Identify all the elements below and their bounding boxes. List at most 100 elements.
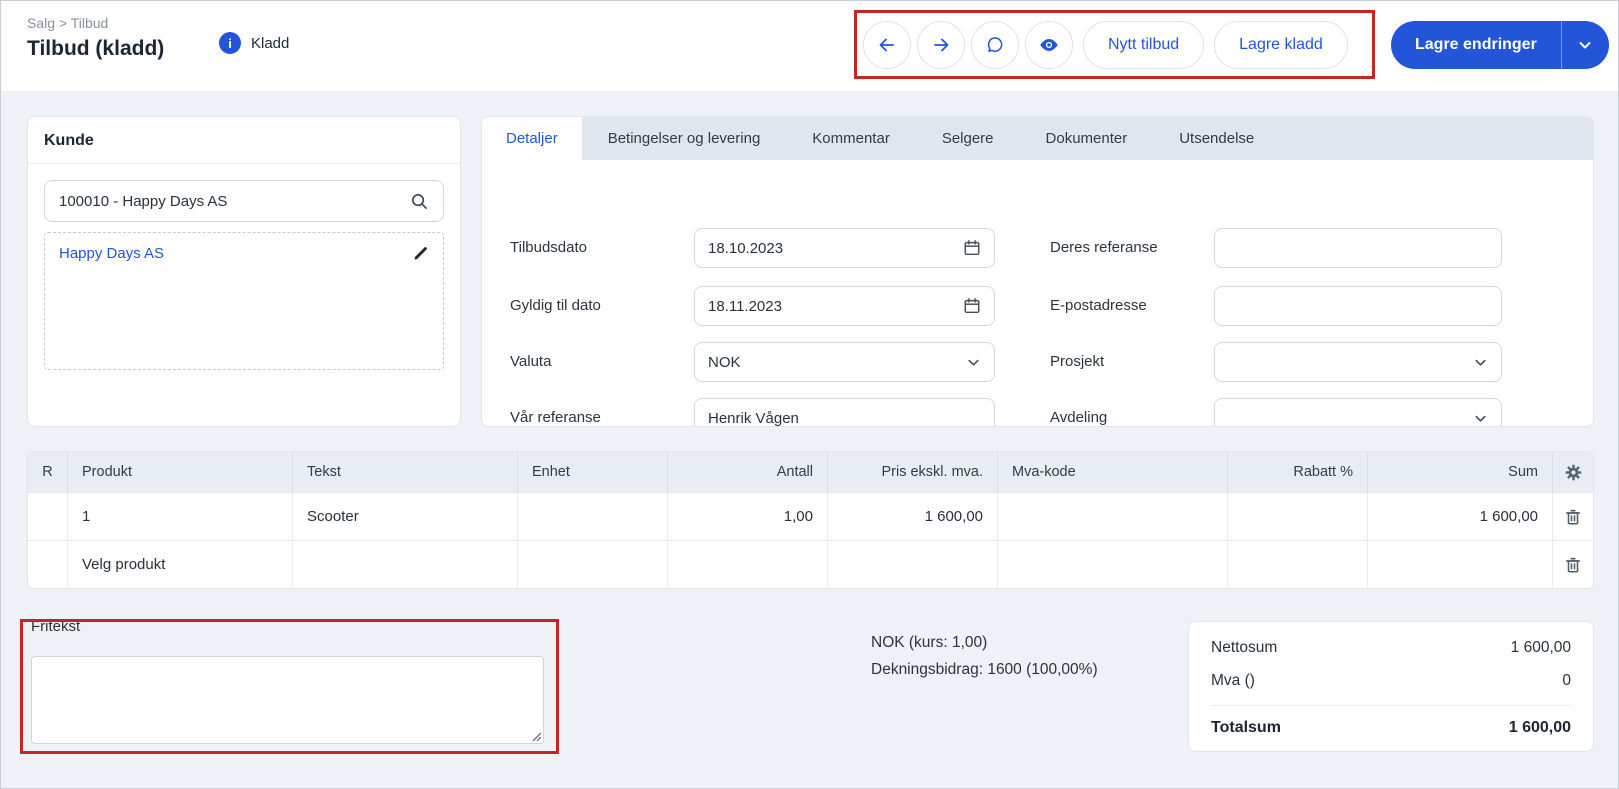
search-icon[interactable] [410, 192, 429, 211]
draft-status-chip: i Kladd [219, 32, 289, 54]
cell-rabatt[interactable] [1228, 541, 1368, 588]
tab-betingelser-og-levering[interactable]: Betingelser og levering [582, 117, 787, 160]
breadcrumb[interactable]: Salg > Tilbud [27, 15, 108, 31]
col-header-tekst: Tekst [293, 452, 518, 492]
chevron-down-icon [966, 355, 981, 370]
col-header-produkt: Produkt [68, 452, 293, 492]
customer-summary-box: Happy Days AS [44, 232, 444, 370]
offer-draft-page: Salg > Tilbud Tilbud (kladd) i Kladd [0, 0, 1619, 789]
back-button[interactable] [863, 21, 911, 69]
total-sum-value: 1 600,00 [1509, 719, 1571, 737]
free-text-input[interactable] [31, 656, 544, 744]
net-sum-row: Nettosum 1 600,00 [1211, 639, 1571, 657]
comment-button[interactable] [971, 21, 1019, 69]
net-sum-label: Nettosum [1211, 639, 1277, 657]
tab-utsendelse[interactable]: Utsendelse [1153, 117, 1280, 160]
customer-search-input[interactable]: 100010 - Happy Days AS [44, 180, 444, 222]
total-sum-row: Totalsum 1 600,00 [1211, 719, 1571, 737]
chevron-down-icon [1473, 355, 1488, 370]
totals-panel: Nettosum 1 600,00 Mva () 0 Totalsum 1 60… [1188, 621, 1594, 752]
their-reference-label: Deres referanse [1050, 228, 1158, 268]
cell-rabatt[interactable] [1228, 493, 1368, 540]
valid-until-input[interactable]: 18.11.2023 [694, 286, 995, 326]
calendar-icon[interactable] [963, 239, 981, 257]
tab-selgere[interactable]: Selgere [916, 117, 1020, 160]
details-form: Tilbudsdato 18.10.2023 Gyldig til dato 1… [482, 160, 1593, 427]
header-toolbar: Nytt tilbud Lagre kladd [863, 21, 1348, 69]
cell-tekst[interactable] [293, 541, 518, 588]
vat-label: Mva () [1211, 672, 1255, 690]
email-input[interactable] [1214, 286, 1502, 326]
cell-tekst[interactable]: Scooter [293, 493, 518, 540]
their-reference-input[interactable] [1214, 228, 1502, 268]
free-text-label: Fritekst [31, 618, 80, 635]
our-reference-value: Henrik Vågen [708, 410, 799, 427]
cell-enhet[interactable] [518, 493, 668, 540]
offer-date-input[interactable]: 18.10.2023 [694, 228, 995, 268]
our-reference-input[interactable]: Henrik Vågen [694, 398, 995, 427]
table-row: 1 Scooter 1,00 1 600,00 1 600,00 [28, 492, 1593, 540]
project-select[interactable] [1214, 342, 1502, 382]
cell-produkt[interactable]: 1 [68, 493, 293, 540]
customer-link[interactable]: Happy Days AS [59, 245, 164, 262]
cell-r[interactable] [28, 493, 68, 540]
save-draft-button[interactable]: Lagre kladd [1214, 21, 1348, 69]
page-header: Salg > Tilbud Tilbud (kladd) i Kladd [1, 1, 1618, 91]
total-sum-label: Totalsum [1211, 719, 1281, 737]
col-header-sum: Sum [1368, 452, 1553, 492]
department-select[interactable] [1214, 398, 1502, 427]
totals-divider [1211, 705, 1571, 706]
detail-tabs: Detaljer Betingelser og levering Komment… [482, 117, 1593, 160]
cell-pris[interactable]: 1 600,00 [828, 493, 998, 540]
cell-produkt-picker[interactable]: Velg produkt [68, 541, 293, 588]
cell-sum[interactable]: 1 600,00 [1368, 493, 1553, 540]
currency-info: NOK (kurs: 1,00) Dekningsbidrag: 1600 (1… [871, 629, 1098, 683]
table-settings-button[interactable] [1564, 463, 1583, 482]
tab-detaljer[interactable]: Detaljer [482, 117, 582, 160]
page-title: Tilbud (kladd) [27, 37, 164, 61]
arrow-right-icon [931, 35, 951, 55]
cell-r[interactable] [28, 541, 68, 588]
cell-antall[interactable] [668, 541, 828, 588]
calendar-icon[interactable] [963, 297, 981, 315]
cell-sum[interactable] [1368, 541, 1553, 588]
save-changes-split-button: Lagre endringer [1391, 21, 1609, 69]
currency-rate-text: NOK (kurs: 1,00) [871, 629, 1098, 656]
cell-enhet[interactable] [518, 541, 668, 588]
save-changes-menu-button[interactable] [1561, 21, 1609, 69]
offer-details-panel: Detaljer Betingelser og levering Komment… [481, 116, 1594, 427]
margin-text: Dekningsbidrag: 1600 (100,00%) [871, 656, 1098, 683]
edit-customer-button[interactable] [412, 245, 429, 262]
table-row: Velg produkt [28, 540, 1593, 588]
col-header-pris: Pris ekskl. mva. [828, 452, 998, 492]
chevron-down-icon [1473, 411, 1488, 426]
forward-button[interactable] [917, 21, 965, 69]
delete-row-button[interactable] [1564, 556, 1582, 574]
valid-until-label: Gyldig til dato [510, 286, 601, 326]
tab-kommentar[interactable]: Kommentar [786, 117, 916, 160]
col-header-antall: Antall [668, 452, 828, 492]
cell-pris[interactable] [828, 541, 998, 588]
save-changes-button[interactable]: Lagre endringer [1391, 21, 1561, 69]
currency-label: Valuta [510, 342, 551, 382]
tab-dokumenter[interactable]: Dokumenter [1020, 117, 1154, 160]
trash-icon [1564, 508, 1582, 526]
preview-button[interactable] [1025, 21, 1073, 69]
cell-mva-kode[interactable] [998, 493, 1228, 540]
cell-antall[interactable]: 1,00 [668, 493, 828, 540]
department-label: Avdeling [1050, 398, 1107, 427]
customer-panel-title: Kunde [28, 117, 460, 164]
currency-select[interactable]: NOK [694, 342, 995, 382]
delete-row-button[interactable] [1564, 508, 1582, 526]
valid-until-value: 18.11.2023 [708, 298, 782, 315]
currency-value: NOK [708, 354, 741, 371]
table-header-row: R Produkt Tekst Enhet Antall Pris ekskl.… [28, 452, 1593, 492]
col-header-mva-kode: Mva-kode [998, 452, 1228, 492]
eye-icon [1038, 34, 1060, 56]
arrow-left-icon [877, 35, 897, 55]
offer-lines-table: R Produkt Tekst Enhet Antall Pris ekskl.… [27, 451, 1594, 589]
cell-mva-kode[interactable] [998, 541, 1228, 588]
info-icon[interactable]: i [219, 32, 241, 54]
new-offer-button[interactable]: Nytt tilbud [1083, 21, 1204, 69]
vat-row: Mva () 0 [1211, 672, 1571, 690]
